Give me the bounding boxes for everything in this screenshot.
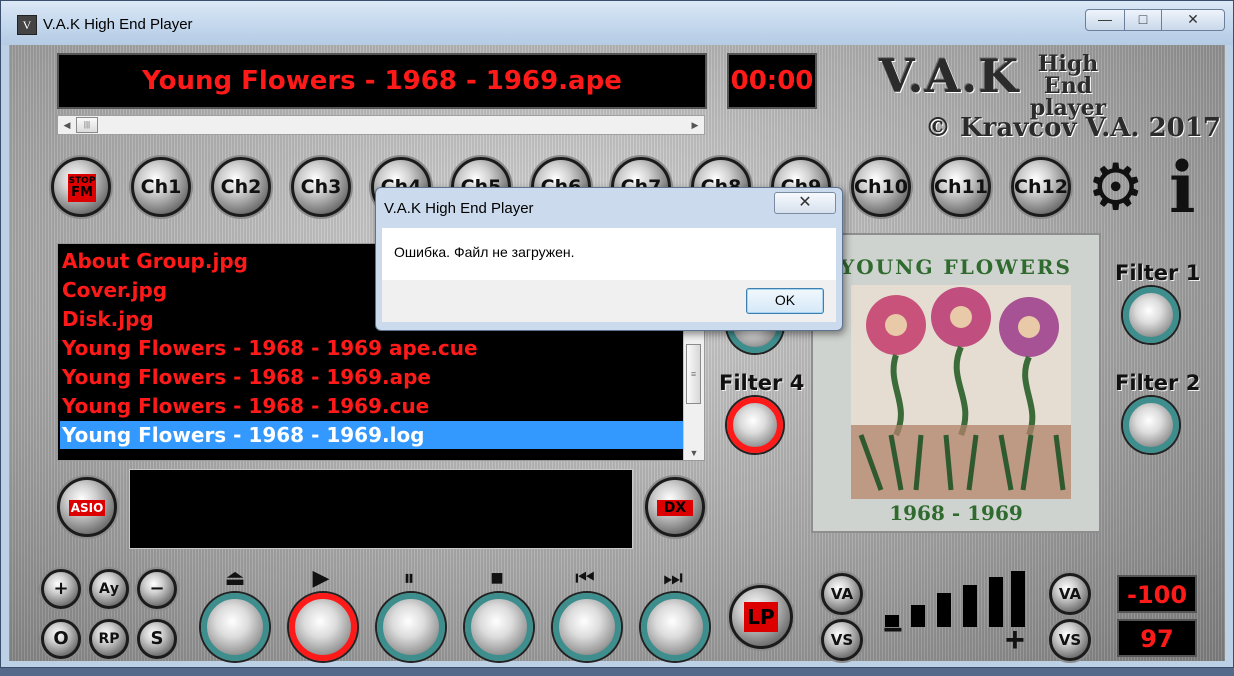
va-left-button[interactable]: VA bbox=[821, 573, 863, 615]
album-cover-image bbox=[851, 285, 1071, 499]
album-years: 1968 - 1969 bbox=[889, 501, 1023, 525]
lp-button[interactable]: LP bbox=[729, 585, 793, 649]
previous-icon: ⏮ bbox=[575, 565, 595, 590]
plus-button[interactable]: + bbox=[41, 569, 81, 609]
eject-icon: ⏏ bbox=[224, 565, 246, 590]
filter-4-knob[interactable] bbox=[727, 397, 783, 453]
pause-icon: ⏸ bbox=[403, 565, 415, 590]
time-text: 00:00 bbox=[730, 66, 814, 96]
maximize-button[interactable]: □ bbox=[1124, 9, 1162, 31]
stop-button[interactable] bbox=[465, 593, 533, 661]
channel-button-2[interactable]: Ch2 bbox=[211, 157, 271, 217]
scroll-down-icon[interactable]: ▼ bbox=[684, 448, 704, 458]
dx-button[interactable]: DX bbox=[645, 477, 705, 537]
channel-button-1[interactable]: Ch1 bbox=[131, 157, 191, 217]
volume-bar bbox=[963, 585, 977, 627]
filter-2-label: Filter 2 bbox=[1115, 371, 1201, 395]
next-icon: ⏭ bbox=[663, 565, 683, 590]
volume-bar bbox=[1011, 571, 1025, 627]
player-window: V V.A.K High End Player — □ ✕ Young Flow… bbox=[0, 0, 1234, 668]
channel-button-11[interactable]: Ch11 bbox=[931, 157, 991, 217]
ay-button[interactable]: Aу bbox=[89, 569, 129, 609]
minus-button[interactable]: − bbox=[137, 569, 177, 609]
close-button[interactable]: ✕ bbox=[1161, 9, 1225, 31]
file-list-item[interactable]: Young Flowers - 1968 - 1969 ape.cue bbox=[60, 334, 684, 362]
window-title: V.A.K High End Player bbox=[43, 16, 193, 33]
filter-1-knob[interactable] bbox=[1123, 287, 1179, 343]
volume-bar bbox=[989, 577, 1003, 627]
volume-minus-icon[interactable]: − bbox=[883, 611, 903, 650]
dialog-footer: OK bbox=[382, 280, 836, 322]
va-right-button[interactable]: VA bbox=[1049, 573, 1091, 615]
previous-button[interactable] bbox=[553, 593, 621, 661]
dialog-title: V.A.K High End Player bbox=[384, 200, 534, 217]
dialog-body: Ошибка. Файл не загружен. bbox=[382, 228, 836, 280]
file-list-item[interactable]: Young Flowers - 1968 - 1969.ape bbox=[60, 363, 684, 391]
volume-plus-icon[interactable]: + bbox=[1005, 621, 1025, 660]
filter-4-label: Filter 4 bbox=[719, 371, 805, 395]
album-title: YOUNG FLOWERS bbox=[840, 255, 1072, 279]
file-list-item[interactable]: Young Flowers - 1968 - 1969.cue bbox=[60, 392, 684, 420]
stop-fm-line2: FM bbox=[71, 185, 93, 200]
scroll-thumb[interactable]: ||| bbox=[76, 117, 98, 133]
asio-button[interactable]: ASIO bbox=[57, 477, 117, 537]
gear-icon[interactable]: ⚙ bbox=[1087, 155, 1144, 219]
play-button[interactable] bbox=[289, 593, 357, 661]
channel-button-10[interactable]: Ch10 bbox=[851, 157, 911, 217]
minimize-button[interactable]: — bbox=[1085, 9, 1125, 31]
filter-2-knob[interactable] bbox=[1123, 397, 1179, 453]
title-bar[interactable]: V V.A.K High End Player — □ ✕ bbox=[1, 1, 1233, 45]
channel-button-12[interactable]: Ch12 bbox=[1011, 157, 1071, 217]
player-body: Young Flowers - 1968 - 1969.ape 00:00 ◀ … bbox=[9, 45, 1225, 661]
scroll-left-icon[interactable]: ◀ bbox=[59, 117, 75, 133]
channel-button-3[interactable]: Ch3 bbox=[291, 157, 351, 217]
readout-top: -100 bbox=[1117, 575, 1197, 613]
error-dialog: V.A.K High End Player ✕ Ошибка. Файл не … bbox=[375, 187, 843, 331]
play-icon: ▶ bbox=[312, 565, 330, 590]
readout-bottom-value: 97 bbox=[1140, 625, 1174, 653]
rp-button[interactable]: RP bbox=[89, 619, 129, 659]
info-panel bbox=[129, 469, 633, 549]
readout-top-value: -100 bbox=[1126, 581, 1188, 609]
readout-bottom: 97 bbox=[1117, 619, 1197, 657]
file-list-scroll-thumb[interactable]: ≡ bbox=[686, 344, 701, 404]
stop-fm-label: STOP FM bbox=[68, 174, 96, 202]
logo-name: V.A.K bbox=[879, 49, 1020, 103]
track-title-display: Young Flowers - 1968 - 1969.ape bbox=[57, 53, 707, 109]
title-scrollbar[interactable]: ◀ ||| ▶ bbox=[57, 115, 705, 135]
dialog-message: Ошибка. Файл не загружен. bbox=[394, 244, 575, 260]
logo-copyright: © Kravcov V.A. 2017 bbox=[925, 113, 1221, 143]
file-list-item-selected[interactable]: Young Flowers - 1968 - 1969.log bbox=[60, 421, 684, 449]
dialog-close-button[interactable]: ✕ bbox=[774, 192, 836, 214]
lp-label: LP bbox=[744, 602, 778, 632]
s-button[interactable]: S bbox=[137, 619, 177, 659]
vs-left-button[interactable]: VS bbox=[821, 619, 863, 661]
volume-bar bbox=[911, 605, 925, 627]
album-cover-illustration bbox=[851, 285, 1071, 499]
album-art: YOUNG FLOWERS 1968 - 1969 bbox=[811, 233, 1101, 533]
app-icon: V bbox=[17, 15, 37, 35]
volume-bar bbox=[937, 593, 951, 627]
pause-button[interactable] bbox=[377, 593, 445, 661]
asio-label: ASIO bbox=[69, 500, 105, 516]
desktop-strip bbox=[0, 668, 1234, 676]
info-icon[interactable]: i bbox=[1169, 153, 1196, 223]
o-button[interactable]: O bbox=[41, 619, 81, 659]
track-title-text: Young Flowers - 1968 - 1969.ape bbox=[142, 66, 622, 96]
logo-subtitle: High End player bbox=[1013, 53, 1123, 119]
next-button[interactable] bbox=[641, 593, 709, 661]
logo-sub-line1: High End bbox=[1037, 51, 1099, 99]
vs-right-button[interactable]: VS bbox=[1049, 619, 1091, 661]
dx-label: DX bbox=[657, 500, 693, 516]
time-display: 00:00 bbox=[727, 53, 817, 109]
eject-button[interactable] bbox=[201, 593, 269, 661]
stop-icon: ■ bbox=[490, 565, 504, 590]
filter-1-label: Filter 1 bbox=[1115, 261, 1201, 285]
stop-fm-button[interactable]: STOP FM bbox=[51, 157, 111, 217]
scroll-right-icon[interactable]: ▶ bbox=[687, 117, 703, 133]
dialog-ok-button[interactable]: OK bbox=[746, 288, 824, 314]
